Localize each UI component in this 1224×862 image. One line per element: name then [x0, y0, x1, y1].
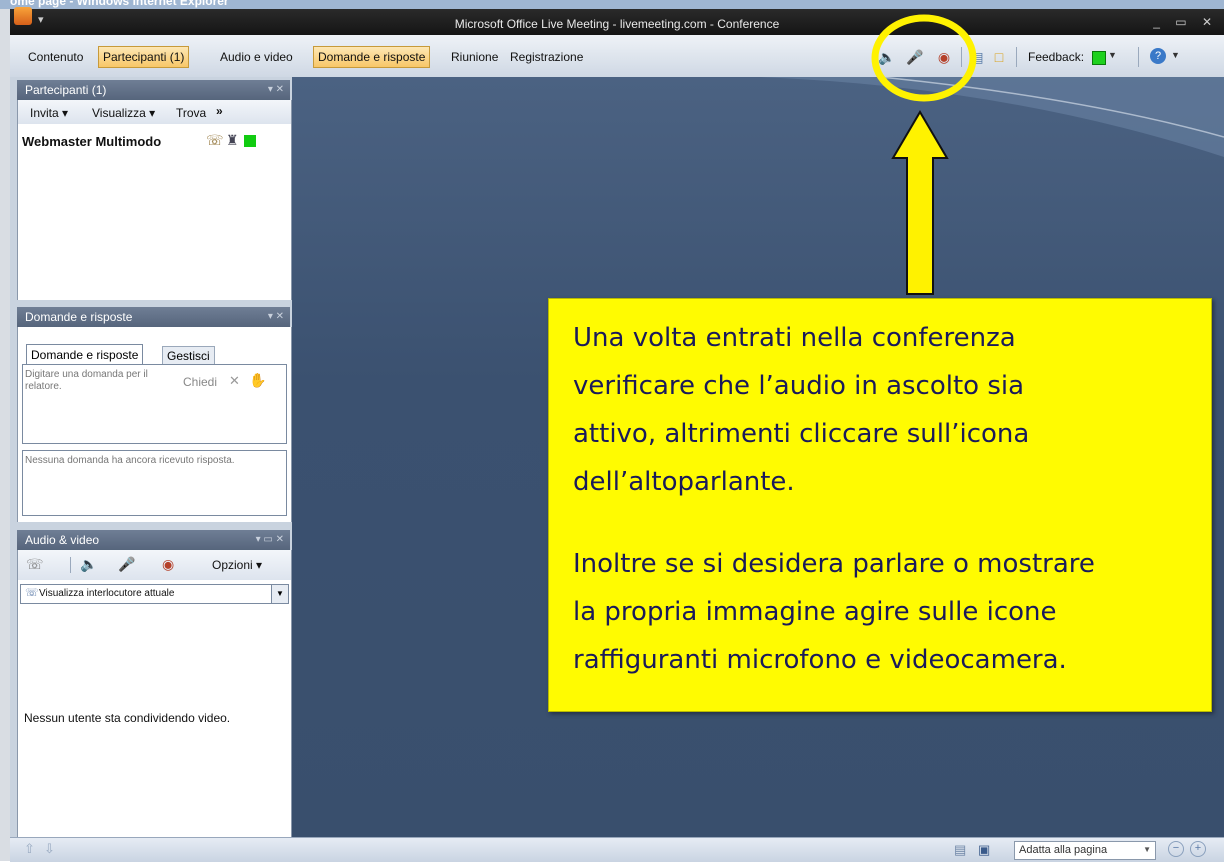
- raise-hand-icon[interactable]: ✋: [249, 372, 266, 389]
- menu-audio-video[interactable]: Audio e video: [216, 47, 297, 67]
- qa-panel-header: Domande e risposte ▾ ✕: [17, 307, 290, 327]
- ask-button[interactable]: Chiedi: [183, 375, 217, 389]
- answers-list: Nessuna domanda ha ancora ricevuto rispo…: [22, 450, 287, 516]
- prev-page-icon[interactable]: ⇧: [24, 841, 35, 857]
- participant-row[interactable]: Webmaster Multimodo ☏ ♜: [22, 132, 286, 150]
- question-input[interactable]: Digitare una domanda per il relatore. Ch…: [22, 364, 287, 444]
- page-icon[interactable]: ▤: [954, 842, 966, 858]
- app-title-bar: ▾ Microsoft Office Live Meeting - liveme…: [10, 7, 1224, 35]
- av-webcam-icon[interactable]: ◉: [162, 556, 174, 573]
- av-panel-title: Audio & video: [25, 533, 100, 547]
- speaker-view-icon: ☏: [25, 587, 39, 599]
- workspace-swoosh: [760, 77, 1224, 157]
- find-button[interactable]: Trova: [176, 106, 206, 120]
- zoom-out-icon[interactable]: −: [1168, 841, 1184, 857]
- no-video-message: Nessun utente sta condividendo video.: [24, 711, 231, 725]
- zoom-value: Adatta alla pagina: [1019, 844, 1108, 856]
- background-window-strip: [0, 9, 10, 861]
- app-title: Microsoft Office Live Meeting - livemeet…: [454, 17, 780, 31]
- qa-panel: Domande e risposte Gestisci Digitare una…: [17, 327, 292, 522]
- callout-line: dell’altoparlante.: [573, 467, 795, 497]
- participants-toolbar: Invita ▾ Visualizza ▾ Trova »: [18, 100, 291, 124]
- highlight-arrow: [891, 110, 949, 295]
- next-page-icon[interactable]: ⇩: [44, 841, 55, 857]
- empty-answers-message: Nessuna domanda ha ancora ricevuto rispo…: [25, 455, 235, 466]
- invite-menu[interactable]: Invita ▾: [30, 106, 68, 120]
- menu-registrazione[interactable]: Registrazione: [506, 47, 587, 67]
- highlight-circle: [871, 14, 977, 102]
- phone-icon: ☏: [206, 132, 224, 148]
- av-speaker-icon[interactable]: 🔈: [80, 556, 97, 573]
- tab-domande[interactable]: Domande e risposte: [26, 344, 144, 365]
- status-bar: ⇧ ⇩ ▤ ▣ Adatta alla pagina ▼ − +: [10, 837, 1224, 862]
- menu-riunione[interactable]: Riunione: [447, 47, 502, 67]
- status-green-icon: [244, 135, 256, 147]
- tab-gestisci[interactable]: Gestisci: [162, 346, 215, 366]
- participant-name: Webmaster Multimodo: [22, 134, 162, 149]
- clear-icon[interactable]: ✕: [229, 373, 240, 389]
- more-chevron-icon[interactable]: »: [216, 104, 223, 118]
- qa-panel-controls[interactable]: ▾ ✕: [268, 307, 284, 327]
- hangup-icon[interactable]: ☏: [26, 556, 44, 573]
- view-menu[interactable]: Visualizza ▾: [92, 106, 155, 120]
- av-microphone-icon[interactable]: 🎤: [118, 556, 135, 573]
- window-controls[interactable]: _ ▭ ✕: [1153, 15, 1218, 29]
- menu-contenuto[interactable]: Contenuto: [24, 47, 87, 67]
- help-icon[interactable]: ?: [1150, 48, 1166, 64]
- browser-title-bar: ome page - Windows Internet Explorer: [0, 0, 1224, 9]
- help-chevron-icon[interactable]: ▼: [1171, 50, 1180, 60]
- av-toolbar: ☏ 🔈 🎤 ◉ Opzioni ▾: [18, 550, 291, 580]
- presenter-icon: ♜: [226, 132, 239, 148]
- menu-domande-risposte[interactable]: Domande e risposte: [313, 46, 431, 68]
- notes-icon[interactable]: □: [990, 48, 1008, 66]
- callout-line: Una volta entrati nella conferenza: [573, 323, 1016, 353]
- callout-line: Inoltre se si desidera parlare o mostrar…: [573, 549, 1095, 579]
- menu-partecipanti[interactable]: Partecipanti (1): [98, 46, 190, 68]
- av-panel-controls[interactable]: ▾ ▭ ✕: [256, 530, 284, 550]
- av-panel: ☏ 🔈 🎤 ◉ Opzioni ▾ ☏ Visualizza interlocu…: [17, 550, 292, 837]
- callout-line: raffiguranti microfono e videocamera.: [573, 645, 1067, 675]
- panel-controls[interactable]: ▾ ✕: [268, 80, 284, 100]
- qa-panel-title: Domande e risposte: [25, 310, 133, 324]
- feedback-status-icon[interactable]: [1092, 51, 1106, 65]
- question-placeholder: Digitare una domanda per il relatore.: [25, 369, 148, 392]
- participants-panel-header: Partecipanti (1) ▾ ✕: [17, 80, 290, 100]
- chevron-down-icon[interactable]: ▼: [1108, 50, 1117, 60]
- fit-page-icon[interactable]: ▣: [978, 842, 990, 858]
- callout-line: la propria immagine agire sulle icone: [573, 597, 1057, 627]
- participants-panel-title: Partecipanti (1): [25, 83, 107, 97]
- dropdown-arrow-icon[interactable]: ▼: [271, 585, 288, 603]
- zoom-in-icon[interactable]: +: [1190, 841, 1206, 857]
- menu-bar: Contenuto Partecipanti (1) Audio e video…: [10, 35, 1224, 78]
- av-panel-header: Audio & video ▾ ▭ ✕: [17, 530, 290, 550]
- feedback-label: Feedback:: [1028, 50, 1085, 64]
- browser-title: ome page - Windows Internet Explorer: [10, 0, 229, 8]
- instruction-callout: Una volta entrati nella conferenza verif…: [548, 298, 1212, 712]
- participants-panel: Invita ▾ Visualizza ▾ Trova » Webmaster …: [17, 100, 292, 300]
- speaker-view-value: Visualizza interlocutore attuale: [39, 588, 175, 599]
- zoom-chevron-icon[interactable]: ▼: [1143, 845, 1151, 854]
- speaker-view-dropdown[interactable]: ☏ Visualizza interlocutore attuale ▼: [20, 584, 289, 604]
- callout-line: verificare che l’audio in ascolto sia: [573, 371, 1025, 401]
- callout-line: attivo, altrimenti cliccare sull’icona: [573, 419, 1030, 449]
- zoom-dropdown[interactable]: Adatta alla pagina ▼: [1014, 841, 1156, 860]
- options-menu[interactable]: Opzioni ▾: [212, 558, 262, 572]
